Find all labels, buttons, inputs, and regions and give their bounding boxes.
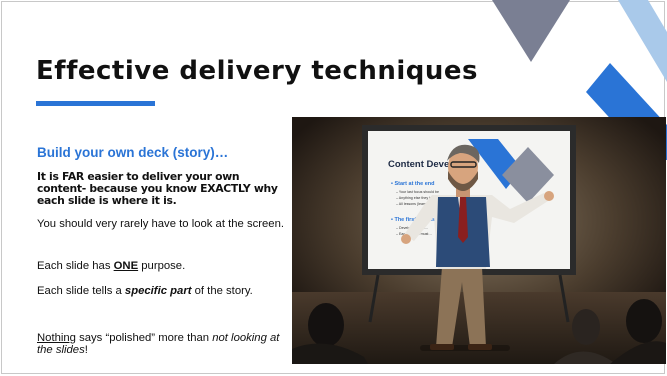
title-underline <box>36 101 155 106</box>
paragraph-polished: Nothing says “polished” more than not lo… <box>37 332 289 356</box>
gray-triangle <box>492 0 570 62</box>
p4-pre: Each slide tells a <box>37 285 125 297</box>
screen-bullet-1: • Start at the end <box>391 181 435 187</box>
p4-emphasis: specific part <box>124 285 192 297</box>
audience-head-1 <box>308 303 344 347</box>
paragraph-one-purpose: Each slide has ONE purpose. <box>37 260 289 272</box>
slide: Effective delivery techniques Build your… <box>0 0 667 376</box>
screen-title: Content Develo <box>388 159 458 170</box>
presenter-shoe-right <box>468 344 492 350</box>
lightblue-stripe <box>618 0 667 82</box>
audience-head-2 <box>572 309 600 345</box>
p3-pre: Each slide has <box>37 260 114 272</box>
audience-head-3 <box>626 299 662 343</box>
p3-post: purpose. <box>138 260 186 272</box>
paragraph-easier: It is FAR easier to deliver your own con… <box>37 170 278 207</box>
presenter-hand-left <box>401 234 411 244</box>
p4-post: of the story. <box>191 285 253 297</box>
p5-mid: says “polished” more than <box>75 332 213 344</box>
p3-emphasis: ONE <box>113 260 139 272</box>
section-subtitle: Build your own deck (story)… <box>37 145 229 160</box>
presenter-shoe-left <box>430 344 454 350</box>
presenter-hand-pointing <box>544 191 554 201</box>
slide-title: Effective delivery techniques <box>36 56 479 86</box>
p5-end: ! <box>84 344 88 357</box>
paragraph-specific-part: Each slide tells a specific part of the … <box>37 285 289 297</box>
p5-emphasis: Nothing <box>37 332 76 344</box>
paragraph-screen: You should very rarely have to look at t… <box>37 218 285 230</box>
presenter-photo: Content Develo • Start at the end – Your… <box>292 117 666 364</box>
screen-bullet-1a: – Your last focus should be <box>396 190 439 194</box>
